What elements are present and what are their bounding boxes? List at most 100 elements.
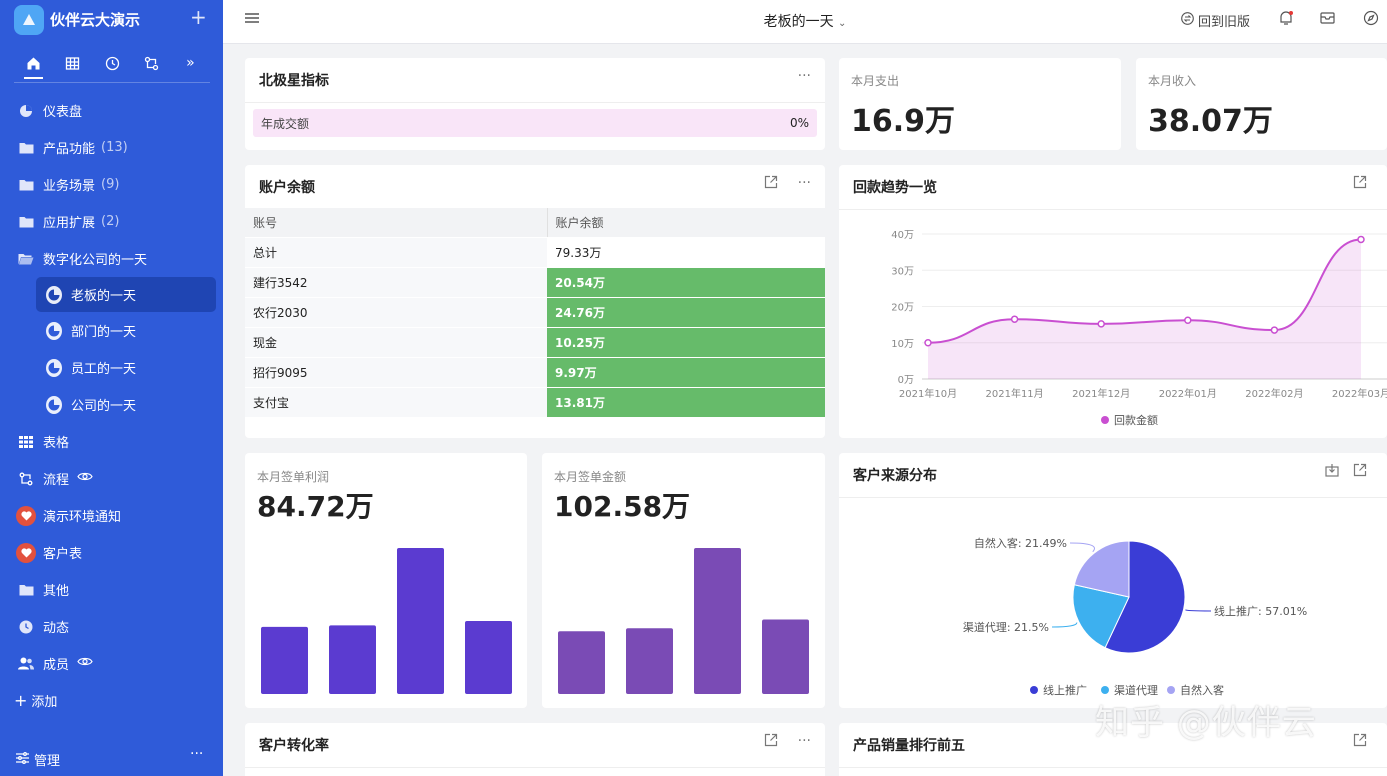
app-logo[interactable] (14, 5, 44, 35)
manage-button[interactable]: 管理 (16, 750, 60, 769)
folder-icon (18, 214, 34, 230)
table-row[interactable]: 支付宝 13.81万 (245, 387, 825, 418)
balance-card: 账户余额 ··· 账号 账户余额 总计 79.33万 建行3542 20.54万 农… (245, 165, 825, 438)
account-balance: 24.76万 (547, 297, 825, 328)
bell-icon[interactable] (1278, 10, 1294, 26)
sidebar-tabs: » (14, 48, 210, 79)
inbox-icon[interactable] (1320, 11, 1335, 25)
metric-row[interactable]: 年成交额 0% (253, 109, 817, 137)
card-title: 客户转化率 (259, 738, 329, 754)
sidebar-item-dashboard[interactable]: 仪表盘 (0, 92, 223, 129)
account-name: 现金 (245, 327, 547, 358)
sidebar-item-label: 表格 (43, 436, 70, 451)
x-tick-label: 2022年01月 (1159, 387, 1217, 400)
manage-label: 管理 (34, 754, 61, 769)
balance-table: 账号 账户余额 总计 79.33万 建行3542 20.54万 农行2030 24.7… (245, 208, 825, 418)
eye-icon (77, 471, 93, 486)
table-row[interactable]: 总计 79.33万 (245, 237, 825, 268)
account-name: 支付宝 (245, 387, 547, 418)
table-row[interactable]: 招行9095 9.97万 (245, 357, 825, 388)
account-balance: 79.33万 (547, 237, 825, 268)
item-count: (13) (101, 140, 128, 155)
add-icon[interactable]: + (190, 5, 207, 29)
more-icon[interactable]: ··· (798, 175, 811, 193)
legend-swatch (1030, 686, 1038, 694)
double-chevron-icon[interactable]: » (171, 55, 210, 71)
leader-line (1185, 609, 1212, 612)
external-link-icon[interactable] (764, 175, 778, 193)
sidebar-item-label: 演示环境通知 (43, 510, 122, 525)
column-header[interactable]: 账号 (245, 208, 548, 238)
table-row[interactable]: 农行2030 24.76万 (245, 297, 825, 328)
account-balance: 13.81万 (547, 387, 825, 418)
income-card: 本月收入 38.07万 (1136, 58, 1387, 150)
column-header[interactable]: 账户余额 (547, 208, 825, 238)
legend-swatch (1101, 416, 1109, 424)
more-icon[interactable]: ··· (190, 746, 203, 762)
dashboard-icon (46, 395, 62, 414)
sidebar-item-business[interactable]: 业务场景 (9) (0, 166, 223, 203)
trend-card: 回款趋势一览 40万 30万 20万 10万 0万 2021年10月 2021年11月 202… (839, 165, 1387, 438)
amount-bar-chart[interactable] (542, 453, 825, 708)
external-link-icon[interactable] (1353, 733, 1367, 751)
more-icon[interactable]: ··· (798, 68, 811, 84)
source-card: 客户来源分布 线上推广: 57.01% 渠道代理: 21.5% 自然入客: 21.4… (839, 453, 1387, 708)
table-header-row: 账号 账户余额 (245, 208, 825, 238)
more-icon[interactable]: ··· (798, 733, 811, 751)
card-title: 账户余额 (259, 180, 315, 196)
external-link-icon[interactable] (764, 733, 778, 751)
source-pie-chart[interactable]: 线上推广: 57.01%渠道代理: 21.5%自然入客: 21.49%线上推广渠… (839, 453, 1387, 708)
sidebar-item-activity[interactable]: 动态 (0, 608, 223, 645)
amount-card: 本月签单金额 102.58万 (542, 453, 825, 708)
x-tick-label: 2021年11月 (986, 387, 1044, 400)
metric-label: 年成交额 (261, 116, 310, 131)
sidebar-item-label: 部门的一天 (71, 325, 137, 340)
sidebar-item-label: 添加 (31, 695, 58, 710)
clock-icon[interactable] (92, 56, 131, 71)
sidebar-item-other[interactable]: 其他 (0, 571, 223, 608)
slice-label: 线上推广: 57.01% (1214, 604, 1307, 618)
sidebar-item-employee-day[interactable]: 员工的一天 (0, 349, 223, 386)
sidebar-item-boss-day[interactable]: 老板的一天 (36, 277, 216, 312)
profit-bar-chart[interactable] (245, 453, 527, 708)
account-name: 建行3542 (245, 267, 547, 298)
data-point (924, 339, 932, 347)
card-title: 北极星指标 (259, 73, 329, 89)
home-icon[interactable] (14, 56, 53, 79)
app-name[interactable]: 伙伴云大演示 (50, 9, 140, 30)
profit-card: 本月签单利润 84.72万 (245, 453, 527, 708)
sidebar-item-customers[interactable]: 客户表 (0, 534, 223, 571)
sidebar-item-department-day[interactable]: 部门的一天 (0, 312, 223, 349)
back-old-version-button[interactable]: 回到旧版 (1181, 11, 1250, 30)
sidebar-item-company-day[interactable]: 公司的一天 (0, 386, 223, 423)
sidebar-item-add[interactable]: + 添加 (0, 682, 223, 719)
sidebar-item-notice[interactable]: 演示环境通知 (0, 497, 223, 534)
sidebar-item-members[interactable]: 成员 (0, 645, 223, 682)
legend-swatch (1167, 686, 1175, 694)
table-row[interactable]: 现金 10.25万 (245, 327, 825, 358)
conversion-card: 客户转化率 ··· (245, 723, 825, 776)
bar (626, 628, 673, 694)
kpi-label: 本月收入 (1148, 74, 1197, 88)
data-point (1184, 316, 1192, 325)
settings-sliders-icon (16, 751, 29, 768)
y-tick-label: 30万 (891, 266, 914, 277)
folder-icon (18, 582, 34, 598)
grid-icon[interactable] (53, 56, 92, 71)
sidebar-item-label: 应用扩展 (43, 216, 96, 231)
flow-icon[interactable] (132, 56, 171, 71)
heart-icon (16, 542, 36, 563)
sidebar-item-flow[interactable]: 流程 (0, 460, 223, 497)
trend-line-chart[interactable]: 40万 30万 20万 10万 0万2021年10月 2021年11月 2021年12月 20… (839, 165, 1387, 438)
legend-label: 回款金额 (1114, 413, 1158, 427)
sidebar-item-extension[interactable]: 应用扩展 (2) (0, 203, 223, 240)
table-row[interactable]: 建行3542 20.54万 (245, 267, 825, 298)
item-count: (2) (101, 214, 120, 229)
sidebar-item-product[interactable]: 产品功能 (13) (0, 129, 223, 166)
sidebar-item-digital-company[interactable]: 数字化公司的一天 (0, 240, 223, 277)
metric-value: 0% (789, 116, 809, 130)
bar (329, 625, 376, 694)
compass-icon[interactable] (1363, 10, 1379, 26)
x-tick-label: 2021年12月 (1072, 387, 1130, 400)
sidebar-item-table[interactable]: 表格 (0, 423, 223, 460)
